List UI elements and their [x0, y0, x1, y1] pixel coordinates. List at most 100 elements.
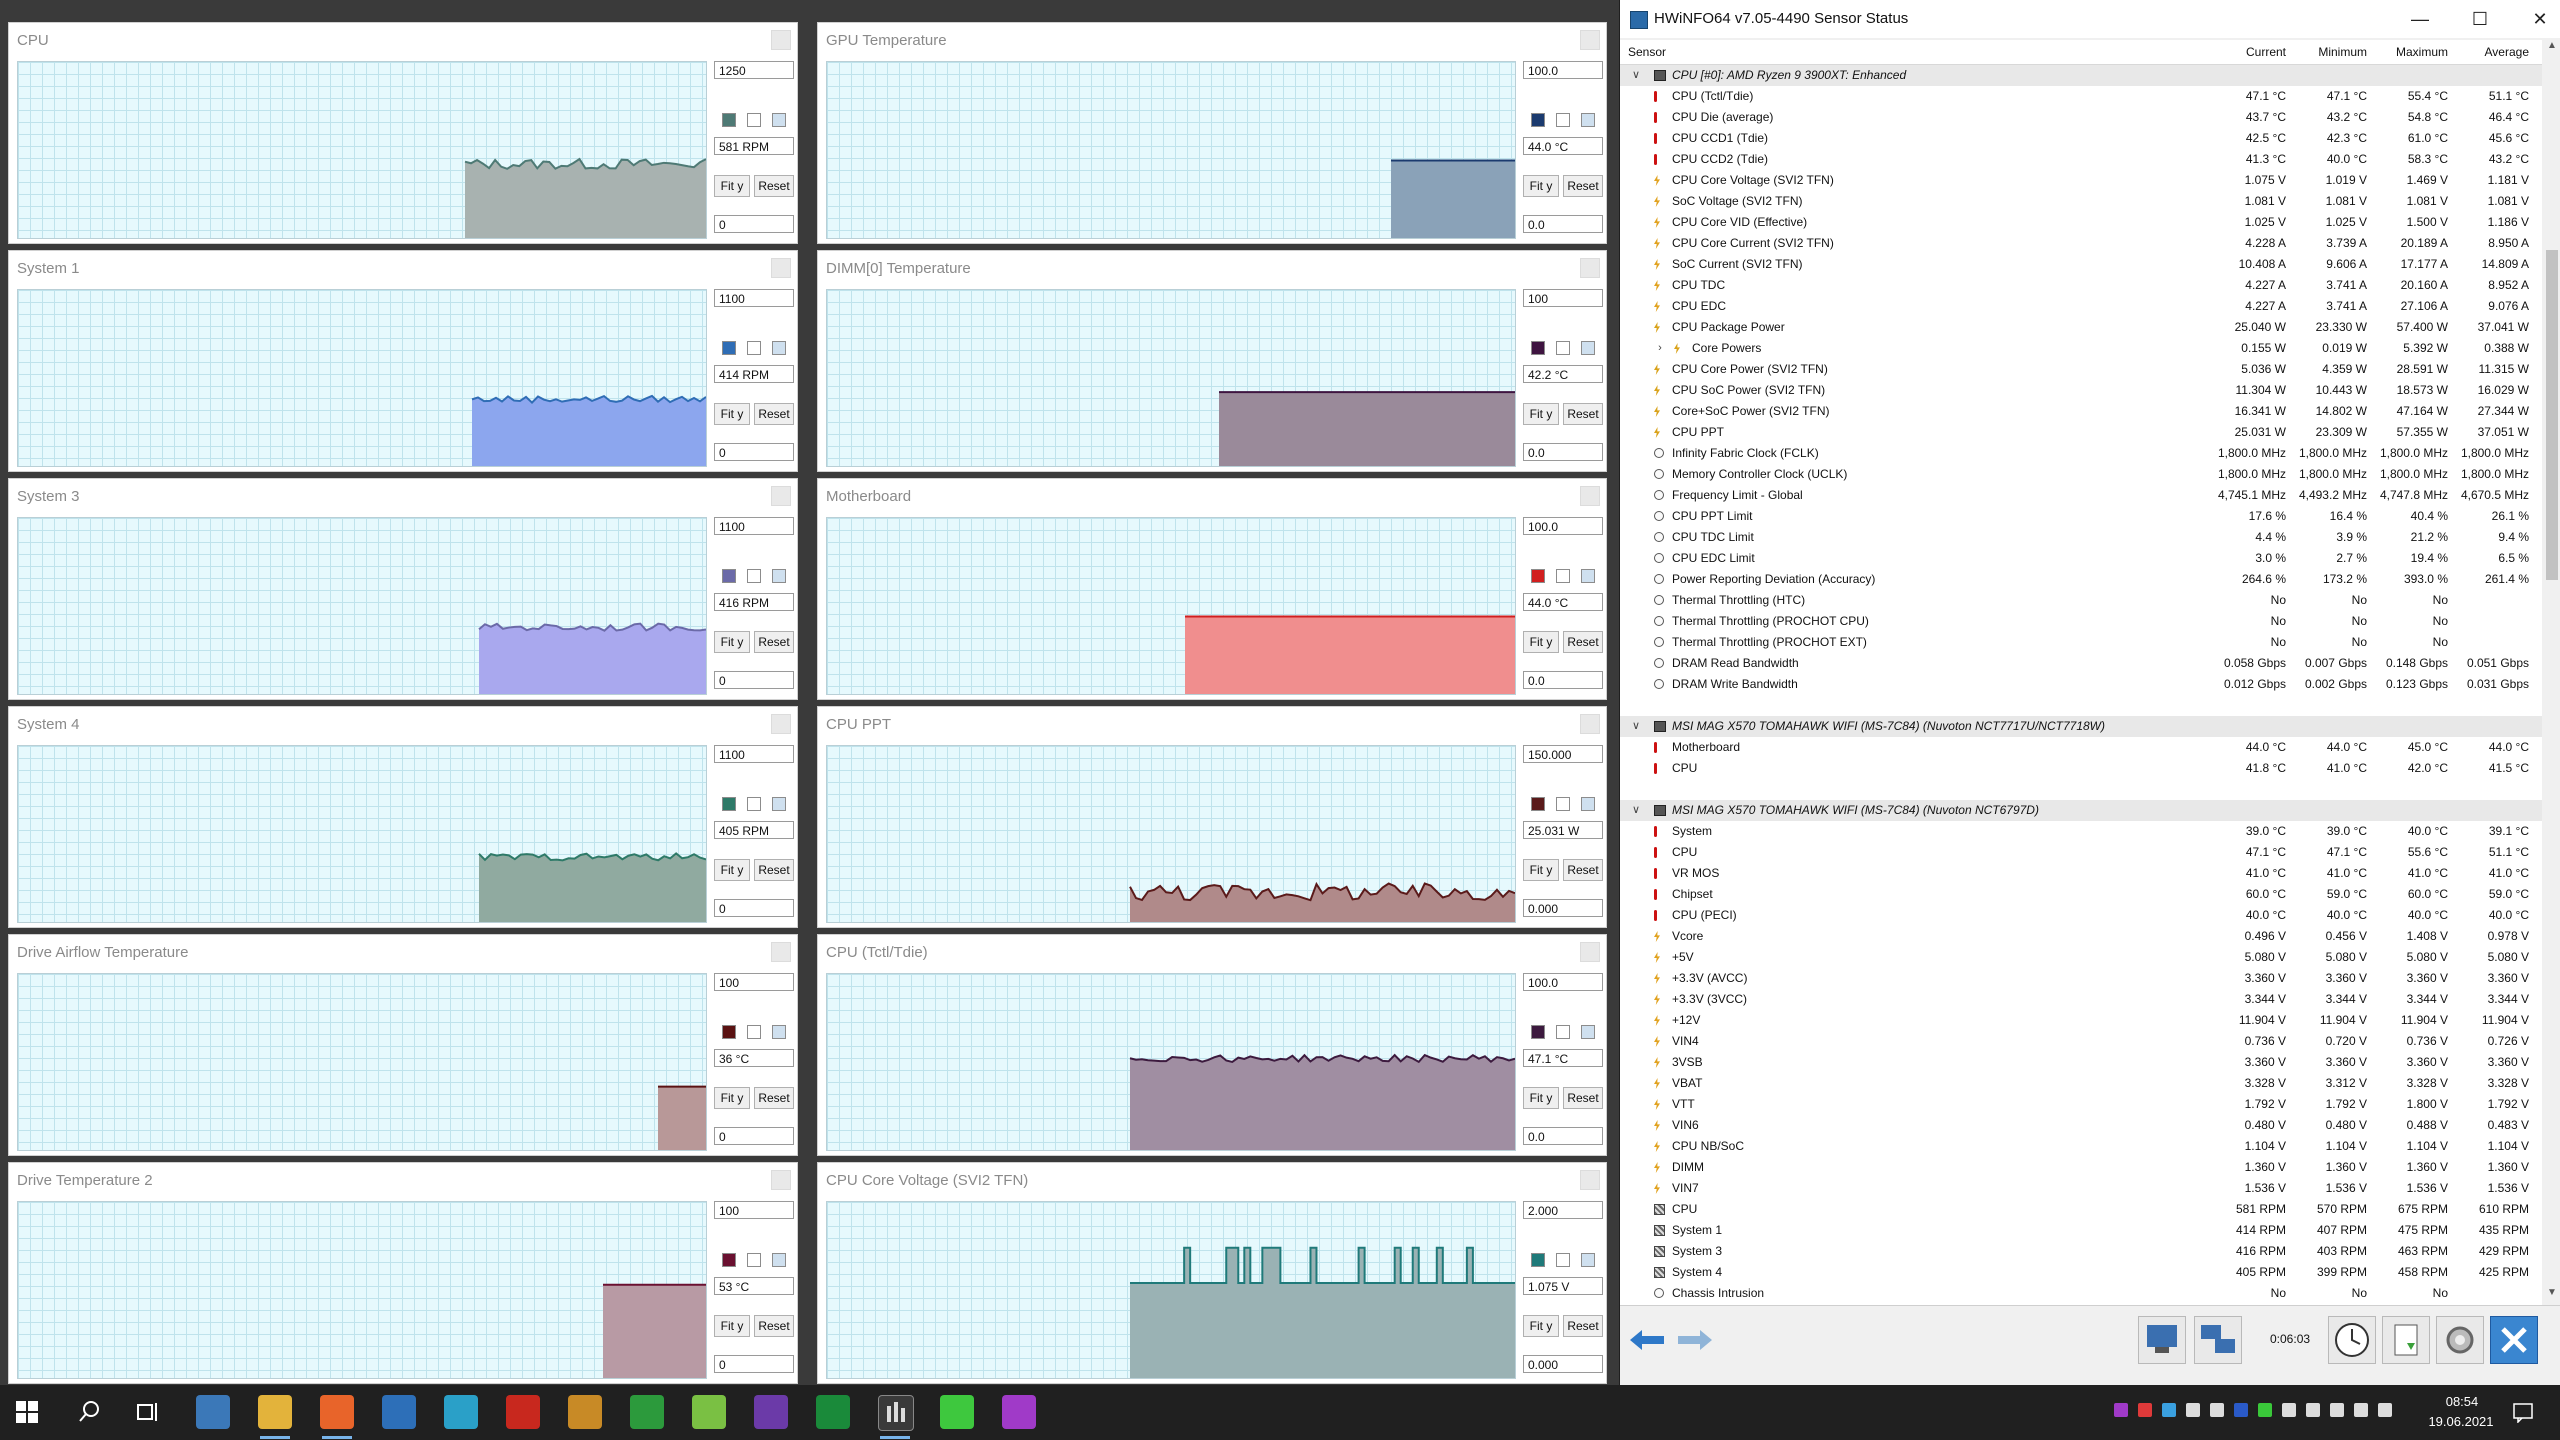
reset-button[interactable]: Reset: [1563, 1087, 1603, 1109]
scroll-down-icon[interactable]: ▼: [2543, 1287, 2560, 1305]
graph-max-field[interactable]: 100.0: [1523, 517, 1603, 535]
graph-close-button[interactable]: [1580, 258, 1600, 278]
sensor-row[interactable]: Power Reporting Deviation (Accuracy) 264…: [1620, 569, 2542, 590]
fit-y-button[interactable]: Fit y: [714, 175, 750, 197]
sensor-row[interactable]: DIMM 1.360 V 1.360 V 1.360 V 1.360 V: [1620, 1157, 2542, 1178]
fit-y-button[interactable]: Fit y: [1523, 859, 1559, 881]
sensor-group-header[interactable]: ∨ MSI MAG X570 TOMAHAWK WIFI (MS-7C84) (…: [1620, 716, 2542, 737]
graph-color-swatch-3[interactable]: [1581, 113, 1595, 127]
graph-color-swatch[interactable]: [722, 341, 736, 355]
sensor-group-header[interactable]: ∨ MSI MAG X570 TOMAHAWK WIFI (MS-7C84) (…: [1620, 800, 2542, 821]
sensor-row[interactable]: SoC Current (SVI2 TFN) 10.408 A 9.606 A …: [1620, 254, 2542, 275]
graph-max-field[interactable]: 100.0: [1523, 61, 1603, 79]
clock-time[interactable]: 08:54: [2432, 1394, 2492, 1409]
sensor-row[interactable]: CPU NB/SoC 1.104 V 1.104 V 1.104 V 1.104…: [1620, 1136, 2542, 1157]
graph-color-swatch-2[interactable]: [1556, 1253, 1570, 1267]
graph-close-button[interactable]: [771, 942, 791, 962]
sensor-row[interactable]: Core+SoC Power (SVI2 TFN) 16.341 W 14.80…: [1620, 401, 2542, 422]
graph-min-field[interactable]: 0.0: [1523, 215, 1603, 233]
sensor-row[interactable]: Thermal Throttling (HTC) No No No: [1620, 590, 2542, 611]
graph-min-field[interactable]: 0: [714, 671, 794, 689]
collapse-chevron-icon[interactable]: ∨: [1630, 800, 1642, 821]
graph-color-swatch-2[interactable]: [1556, 569, 1570, 583]
graph-max-field[interactable]: 100: [1523, 289, 1603, 307]
column-minimum[interactable]: Minimum: [2287, 45, 2367, 59]
sensor-row[interactable]: Chipset 60.0 °C 59.0 °C 60.0 °C 59.0 °C: [1620, 884, 2542, 905]
tray-app-icon[interactable]: [2138, 1403, 2152, 1417]
sensor-row[interactable]: +3.3V (AVCC) 3.360 V 3.360 V 3.360 V 3.3…: [1620, 968, 2542, 989]
graph-min-field[interactable]: 0.0: [1523, 443, 1603, 461]
fit-y-button[interactable]: Fit y: [1523, 175, 1559, 197]
collapse-chevron-icon[interactable]: ∨: [1630, 65, 1642, 86]
thunderbird-icon[interactable]: [382, 1395, 416, 1429]
cpu-app-icon[interactable]: [754, 1395, 788, 1429]
android-app-icon[interactable]: [692, 1395, 726, 1429]
graph-max-field[interactable]: 100: [714, 1201, 794, 1219]
graph-min-field[interactable]: 0: [714, 443, 794, 461]
sensor-row[interactable]: Chassis Intrusion No No No: [1620, 1283, 2542, 1304]
sensor-row[interactable]: CPU 41.8 °C 41.0 °C 42.0 °C 41.5 °C: [1620, 758, 2542, 779]
graph-min-field[interactable]: 0.0: [1523, 1127, 1603, 1145]
graph-color-swatch[interactable]: [722, 797, 736, 811]
sensor-row[interactable]: VIN4 0.736 V 0.720 V 0.736 V 0.726 V: [1620, 1031, 2542, 1052]
graph-max-field[interactable]: 1100: [714, 289, 794, 307]
sensor-row[interactable]: CPU CCD2 (Tdie) 41.3 °C 40.0 °C 58.3 °C …: [1620, 149, 2542, 170]
graph-max-field[interactable]: 100.0: [1523, 973, 1603, 991]
tray-language-icon[interactable]: [2378, 1403, 2392, 1417]
gpu-app-icon[interactable]: [940, 1395, 974, 1429]
reset-button[interactable]: Reset: [754, 403, 794, 425]
graph-close-button[interactable]: [1580, 30, 1600, 50]
reset-button[interactable]: Reset: [1563, 859, 1603, 881]
scrollbar-thumb[interactable]: [2546, 250, 2558, 580]
graph-close-button[interactable]: [771, 486, 791, 506]
reset-button[interactable]: Reset: [1563, 403, 1603, 425]
fit-y-button[interactable]: Fit y: [1523, 1315, 1559, 1337]
sensor-row[interactable]: Motherboard 44.0 °C 44.0 °C 45.0 °C 44.0…: [1620, 737, 2542, 758]
graph-min-field[interactable]: 0.000: [1523, 1355, 1603, 1373]
report-button[interactable]: [2138, 1316, 2186, 1364]
sensor-group-header[interactable]: ∨ CPU [#0]: AMD Ryzen 9 3900XT: Enhanced: [1620, 65, 2542, 86]
graph-max-field[interactable]: 1100: [714, 745, 794, 763]
sensor-row[interactable]: VBAT 3.328 V 3.312 V 3.328 V 3.328 V: [1620, 1073, 2542, 1094]
calculator-icon[interactable]: [196, 1395, 230, 1429]
graph-color-swatch-2[interactable]: [747, 113, 761, 127]
close-sensors-button[interactable]: [2490, 1316, 2538, 1364]
sensor-row[interactable]: Thermal Throttling (PROCHOT EXT) No No N…: [1620, 632, 2542, 653]
fit-y-button[interactable]: Fit y: [714, 859, 750, 881]
graph-color-swatch[interactable]: [722, 569, 736, 583]
sensor-row[interactable]: System 4 405 RPM 399 RPM 458 RPM 425 RPM: [1620, 1262, 2542, 1283]
sensor-row[interactable]: CPU 47.1 °C 47.1 °C 55.6 °C 51.1 °C: [1620, 842, 2542, 863]
graph-close-button[interactable]: [1580, 486, 1600, 506]
graph-color-swatch-2[interactable]: [1556, 113, 1570, 127]
camera-app-icon[interactable]: [1002, 1395, 1036, 1429]
sensor-row[interactable]: Infinity Fabric Clock (FCLK) 1,800.0 MHz…: [1620, 443, 2542, 464]
graph-color-swatch-3[interactable]: [772, 1253, 786, 1267]
fit-y-button[interactable]: Fit y: [1523, 403, 1559, 425]
close-button[interactable]: ✕: [2520, 6, 2560, 32]
scroll-up-icon[interactable]: ▲: [2543, 40, 2560, 58]
graph-color-swatch[interactable]: [1531, 341, 1545, 355]
reset-button[interactable]: Reset: [754, 859, 794, 881]
graph-color-swatch-2[interactable]: [747, 797, 761, 811]
fit-y-button[interactable]: Fit y: [1523, 631, 1559, 653]
graph-color-swatch-3[interactable]: [1581, 569, 1595, 583]
task-view-icon[interactable]: [136, 1400, 160, 1424]
sensor-row[interactable]: +3.3V (3VCC) 3.344 V 3.344 V 3.344 V 3.3…: [1620, 989, 2542, 1010]
graph-close-button[interactable]: [771, 30, 791, 50]
graph-close-button[interactable]: [771, 258, 791, 278]
search-icon[interactable]: [78, 1399, 102, 1423]
sensor-row[interactable]: CPU CCD1 (Tdie) 42.5 °C 42.3 °C 61.0 °C …: [1620, 128, 2542, 149]
maximize-button[interactable]: ☐: [2460, 6, 2500, 32]
app-blue-circle-icon[interactable]: [444, 1395, 478, 1429]
column-sensor[interactable]: Sensor: [1628, 45, 1728, 59]
graph-close-button[interactable]: [771, 1170, 791, 1190]
sensor-row[interactable]: DRAM Read Bandwidth 0.058 Gbps 0.007 Gbp…: [1620, 653, 2542, 674]
graph-color-swatch-2[interactable]: [1556, 1025, 1570, 1039]
sensor-row[interactable]: +5V 5.080 V 5.080 V 5.080 V 5.080 V: [1620, 947, 2542, 968]
graph-color-swatch-2[interactable]: [747, 341, 761, 355]
graph-color-swatch-3[interactable]: [772, 1025, 786, 1039]
sensor-row[interactable]: CPU Package Power 25.040 W 23.330 W 57.4…: [1620, 317, 2542, 338]
sensor-row[interactable]: +12V 11.904 V 11.904 V 11.904 V 11.904 V: [1620, 1010, 2542, 1031]
graph-close-button[interactable]: [1580, 714, 1600, 734]
collapse-chevron-icon[interactable]: ∨: [1630, 716, 1642, 737]
